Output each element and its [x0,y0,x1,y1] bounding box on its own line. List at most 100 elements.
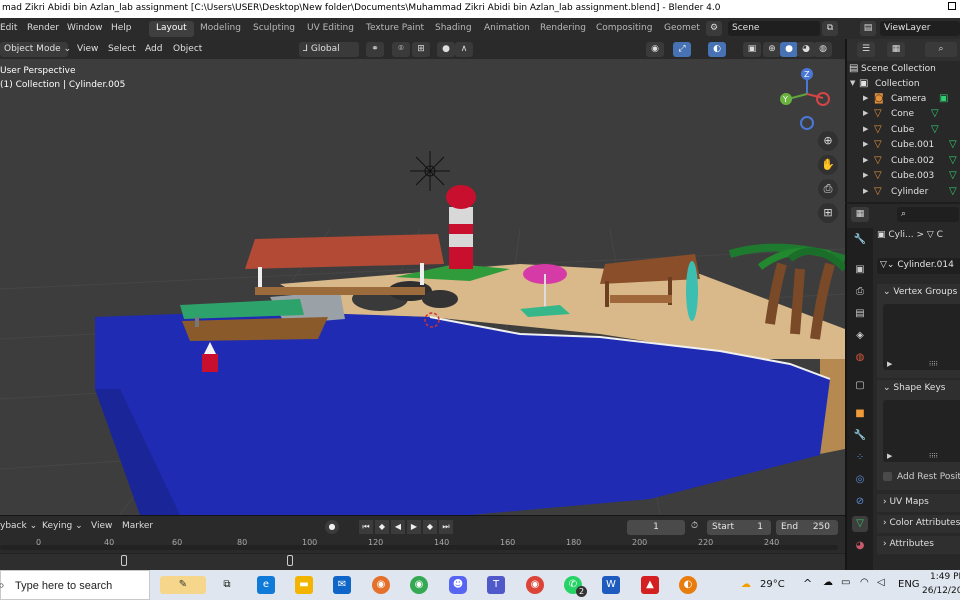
rendered-shading-icon[interactable]: ◍ [814,42,832,57]
timeline-view-menu[interactable]: View [91,521,112,535]
attributes-panel[interactable]: › Attributes [877,536,960,554]
collection-tab-icon[interactable]: ▢ [852,378,868,394]
menu-select[interactable]: Select [104,42,140,57]
constraints-tab-icon[interactable]: ⊘ [852,494,868,510]
particles-tab-icon[interactable]: ⁘ [852,450,868,466]
view-layer-icon[interactable]: ▤ [860,21,876,36]
snap-icon[interactable]: ⌾ [392,42,410,57]
pivot-icon[interactable]: ⚭ [366,42,384,57]
menu-window[interactable]: Window [67,23,103,33]
search-icon[interactable]: ⌕ [925,42,957,57]
scroll-handle-left[interactable] [121,555,127,566]
render-tab-icon[interactable]: ▣ [852,262,868,278]
marker-menu[interactable]: Marker [122,521,153,535]
material-shading-icon[interactable]: ◕ [797,42,815,57]
keying-menu[interactable]: Keying ⌄ [42,521,83,535]
new-scene-icon[interactable]: ⧉ [822,21,838,36]
restore-window-icon[interactable] [948,2,956,10]
shape-keys-list[interactable]: ▶ ⁝⁝⁝⁝ [883,400,960,462]
vertex-groups-header[interactable]: ⌄ Vertex Groups [877,284,960,302]
menu-edit[interactable]: Edit [0,23,17,33]
modifier-tab-icon[interactable]: 🔧 [852,428,868,444]
visibility-icon[interactable]: ◉ [646,42,664,57]
grip-icon[interactable]: ⁝⁝⁝⁝ [929,360,938,368]
acrobat-icon[interactable]: ▲ [641,576,659,594]
shape-keys-header[interactable]: ⌄ Shape Keys [877,380,960,398]
tab-modeling[interactable]: Modeling [200,21,241,37]
mail-icon[interactable]: ✉ [333,576,351,594]
menu-add[interactable]: Add [141,42,166,57]
tab-uv-editing[interactable]: UV Editing [307,21,354,37]
outliner-item-cylinder[interactable]: ▶ ▽ Cylinder ▽ [847,185,960,200]
tab-shading[interactable]: Shading [435,21,472,37]
view-layer-field[interactable]: ViewLayer [880,21,960,36]
clock-time[interactable]: 1:49 PM [930,572,960,582]
tool-tab-icon[interactable]: 🔧 [852,232,868,248]
blender-icon[interactable]: ◐ [679,576,697,594]
editor-type-icon[interactable]: ☰ [857,42,875,57]
color-attributes-header[interactable]: › Color Attributes [877,515,960,533]
expand-arrow-icon[interactable]: ▶ [887,452,892,460]
material-tab-icon[interactable]: ◕ [852,538,868,554]
zoom-icon[interactable]: ⊕ [818,131,838,151]
outliner-item-cube[interactable]: ▶ ▽ Cube ▽ [847,123,960,138]
wifi-icon[interactable]: ◠ [860,577,869,588]
expand-arrow-icon[interactable]: ▶ [863,109,868,117]
view-layer-tab-icon[interactable]: ▤ [852,306,868,322]
scroll-handle-right[interactable] [287,555,293,566]
file-explorer-icon[interactable]: ▬ [295,576,313,594]
current-frame-field[interactable]: 1 [627,520,685,535]
scene-icon[interactable]: ⚙ [706,21,722,36]
solid-shading-icon[interactable]: ● [780,42,798,57]
mesh-data-tab-icon[interactable]: ▽ [852,516,868,532]
scene-field[interactable]: Scene [728,21,820,36]
menu-help[interactable]: Help [111,23,132,33]
camera-view-icon[interactable]: ⎙ [818,179,838,199]
start-frame-field[interactable]: Start 1 [707,520,771,535]
orientation-dropdown[interactable]: ⅃ Global [299,42,359,57]
firefox-icon[interactable]: ◉ [372,576,390,594]
vertex-groups-list[interactable]: ▶ ⁝⁝⁝⁝ [883,304,960,370]
ortho-grid-icon[interactable]: ⊞ [818,203,838,223]
play-icon[interactable]: ▶ [407,520,421,534]
mesh-data-icon[interactable]: ▽ [949,170,957,181]
attributes-header[interactable]: › Attributes [877,536,960,554]
chevron-up-icon[interactable]: ^ [803,577,812,590]
expand-arrow-icon[interactable]: ▶ [863,171,868,179]
camera-data-icon[interactable]: ▣ [939,93,948,104]
expand-arrow-icon[interactable]: ▶ [863,140,868,148]
expand-arrow-icon[interactable]: ▶ [863,187,868,195]
outliner-item-cube-003[interactable]: ▶ ▽ Cube.003 ▽ [847,169,960,184]
xray-icon[interactable]: ▣ [743,42,761,57]
menu-view[interactable]: View [73,42,102,57]
discord-icon[interactable]: ☻ [449,576,467,594]
expand-arrow-icon[interactable]: ▶ [863,125,868,133]
outliner-item-cube-002[interactable]: ▶ ▽ Cube.002 ▽ [847,154,960,169]
chrome-profile-icon[interactable]: ◉ [526,576,544,594]
uv-maps-panel[interactable]: › UV Maps [877,494,960,512]
expand-arrow-icon[interactable]: ▶ [863,156,868,164]
mesh-data-icon[interactable]: ▽ [949,186,957,197]
physics-tab-icon[interactable]: ◎ [852,472,868,488]
properties-editor-icon[interactable]: ▦ [851,207,869,222]
expand-arrow-icon[interactable]: ▶ [863,94,868,102]
3d-viewport[interactable]: Z Y User Perspective (1) Collection | Cy… [0,59,845,515]
task-view-icon[interactable]: ⧉ [218,576,236,594]
weather-icon[interactable]: ☁ [737,576,755,594]
snap-target-icon[interactable]: ⊞ [412,42,430,57]
language-indicator[interactable]: ENG [898,579,920,590]
mesh-data-icon[interactable]: ▽ [949,155,957,166]
add-rest-position-checkbox[interactable] [883,472,892,481]
uv-maps-header[interactable]: › UV Maps [877,494,960,512]
word-icon[interactable]: W [602,576,620,594]
chrome-icon[interactable]: ◉ [410,576,428,594]
pan-hand-icon[interactable]: ✋ [818,155,838,175]
teams-icon[interactable]: T [487,576,505,594]
overlay-icon[interactable]: ◐ [708,42,726,57]
next-keyframe-icon[interactable]: ◆ [423,520,437,534]
scene-tab-icon[interactable]: ◈ [852,328,868,344]
jump-end-icon[interactable]: ⏭ [439,520,453,534]
tab-rendering[interactable]: Rendering [540,21,586,37]
record-icon[interactable]: ● [325,520,339,534]
tab-texture-paint[interactable]: Texture Paint [366,21,424,37]
